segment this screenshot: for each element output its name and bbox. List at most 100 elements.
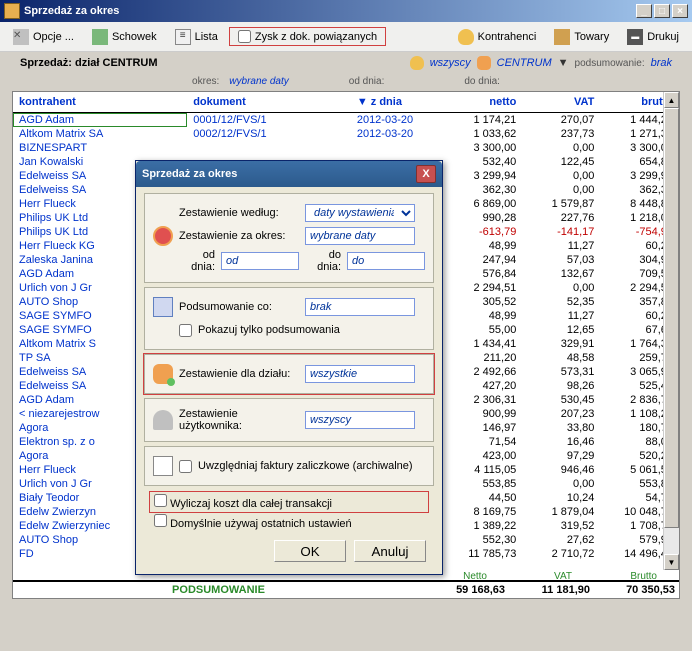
zysk-checkbox[interactable]: [238, 30, 251, 43]
cell-kontrahent: BIZNESPART: [13, 141, 187, 155]
pods-co-label: Podsumowanie co:: [179, 301, 299, 313]
scroll-down-button[interactable]: ▼: [664, 554, 679, 570]
wszyscy-link[interactable]: wszyscy: [430, 57, 471, 69]
schowek-icon: [92, 29, 108, 45]
col-zdnia[interactable]: ▼ z dnia: [351, 92, 444, 113]
oddnia-input[interactable]: [221, 252, 299, 270]
pods-co-input[interactable]: [305, 298, 415, 316]
oddnia-label: od dnia:: [349, 76, 385, 87]
cell-netto: 6 869,00: [444, 197, 523, 211]
uwzgl-label: Uwzględniaj faktury zaliczkowe (archiwal…: [198, 460, 413, 472]
cell-vat: 227,76: [522, 211, 600, 225]
window-title: Sprzedaż za okres: [24, 5, 119, 17]
dialog-title: Sprzedaż za okres: [142, 168, 237, 180]
cell-vat: 97,29: [522, 449, 600, 463]
cell-vat: 270,07: [522, 113, 600, 128]
cell-vat: 16,46: [522, 435, 600, 449]
domysl-checkbox[interactable]: [154, 514, 167, 527]
page-title: Sprzedaż: dział CENTRUM: [20, 57, 158, 69]
minimize-button[interactable]: _: [636, 4, 652, 18]
okres-label: okres:: [192, 76, 219, 87]
footer-vat: 11 181,90: [505, 584, 590, 596]
col-kontrahent[interactable]: kontrahent: [13, 92, 187, 113]
wylicz-checkbox[interactable]: [154, 494, 167, 507]
cell-netto: 2 294,51: [444, 281, 523, 295]
dropdown-icon[interactable]: ▼: [558, 57, 569, 69]
user-icon: [410, 56, 424, 70]
cell-vat: 11,27: [522, 309, 600, 323]
zest-wedlug-select[interactable]: daty wystawienia: [305, 204, 415, 222]
brak-link[interactable]: brak: [651, 57, 672, 69]
cell-vat: 207,23: [522, 407, 600, 421]
cell-netto: 3 300,00: [444, 141, 523, 155]
cell-netto: 211,20: [444, 351, 523, 365]
table-row[interactable]: AGD Adam0001/12/FVS/12012-03-201 174,212…: [13, 113, 679, 128]
drukuj-icon: [627, 29, 643, 45]
vertical-scrollbar[interactable]: ▲ ▼: [663, 92, 679, 570]
opcje-button[interactable]: Opcje ...: [6, 26, 81, 48]
dialog-close-button[interactable]: X: [416, 165, 436, 183]
toolbar: Opcje ... Schowek Lista Zysk z dok. powi…: [0, 22, 692, 52]
ok-button[interactable]: OK: [274, 540, 346, 562]
panel-dzial: Zestawienie dla działu:: [144, 354, 434, 394]
maximize-button[interactable]: □: [654, 4, 670, 18]
cell-vat: 0,00: [522, 169, 600, 183]
cell-netto: 1 174,21: [444, 113, 523, 128]
cell-netto: 553,85: [444, 477, 523, 491]
table-row[interactable]: BIZNESPART3 300,000,003 300,00: [13, 141, 679, 155]
scroll-up-button[interactable]: ▲: [664, 92, 679, 108]
cell-netto: 423,00: [444, 449, 523, 463]
panel-user: Zestawienie użytkownika:: [144, 398, 434, 442]
kontrahenci-button[interactable]: Kontrahenci: [451, 26, 544, 48]
cell-netto: -613,79: [444, 225, 523, 239]
schowek-button[interactable]: Schowek: [85, 26, 164, 48]
podsumowanie-label: podsumowanie:: [575, 58, 645, 69]
drukuj-button[interactable]: Drukuj: [620, 26, 686, 48]
dept-icon-dlg: [153, 364, 173, 384]
towary-button[interactable]: Towary: [547, 26, 616, 48]
zest-dzial-input[interactable]: [305, 365, 415, 383]
cell-netto: [444, 561, 523, 563]
zysk-checkbox-group[interactable]: Zysk z dok. powiązanych: [229, 27, 386, 46]
subheader: Sprzedaż: dział CENTRUM wszyscy CENTRUM …: [0, 52, 692, 74]
col-dokument[interactable]: dokument: [187, 92, 351, 113]
uwzgl-checkbox[interactable]: [179, 460, 192, 473]
drukuj-label: Drukuj: [647, 31, 679, 43]
centrum-link[interactable]: CENTRUM: [497, 57, 552, 69]
page-icon: [153, 456, 173, 476]
dodnia-input[interactable]: [347, 252, 425, 270]
doc-icon: [153, 297, 173, 317]
scroll-thumb[interactable]: [664, 108, 679, 528]
zysk-label: Zysk z dok. powiązanych: [255, 31, 377, 43]
cell-kontrahent: AGD Adam: [13, 113, 187, 128]
cell-vat: 12,65: [522, 323, 600, 337]
cell-vat: 52,35: [522, 295, 600, 309]
cell-vat: 319,52: [522, 519, 600, 533]
wybrane-link[interactable]: wybrane daty: [229, 76, 288, 87]
anuluj-button[interactable]: Anuluj: [354, 540, 426, 562]
pokazuj-checkbox[interactable]: [179, 324, 192, 337]
clock-icon: [153, 226, 173, 246]
cell-netto: 1 033,62: [444, 127, 523, 141]
cell-vat: 98,26: [522, 379, 600, 393]
lista-button[interactable]: Lista: [168, 26, 225, 48]
panel-opts: Wyliczaj koszt dla całej transakcji Domy…: [144, 490, 434, 534]
zest-user-input[interactable]: [305, 411, 415, 429]
lista-icon: [175, 29, 191, 45]
cell-zdnia: 2012-03-20: [351, 113, 444, 128]
cell-netto: 1 434,41: [444, 337, 523, 351]
panel-zestawienie: Zestawienie według: daty wystawienia Zes…: [144, 193, 434, 283]
cell-vat: 122,45: [522, 155, 600, 169]
close-button[interactable]: ×: [672, 4, 688, 18]
col-netto[interactable]: netto: [444, 92, 523, 113]
cell-vat: 2 710,72: [522, 547, 600, 561]
cell-netto: 2 306,31: [444, 393, 523, 407]
cell-netto: 1 389,22: [444, 519, 523, 533]
table-row[interactable]: Altkom Matrix SA0002/12/FVS/12012-03-201…: [13, 127, 679, 141]
cell-vat: 1 579,87: [522, 197, 600, 211]
zest-dzial-label: Zestawienie dla działu:: [179, 368, 299, 380]
user-icon-dlg: [153, 410, 173, 430]
col-vat[interactable]: VAT: [522, 92, 600, 113]
lista-label: Lista: [195, 31, 218, 43]
zest-okres-input[interactable]: [305, 227, 415, 245]
